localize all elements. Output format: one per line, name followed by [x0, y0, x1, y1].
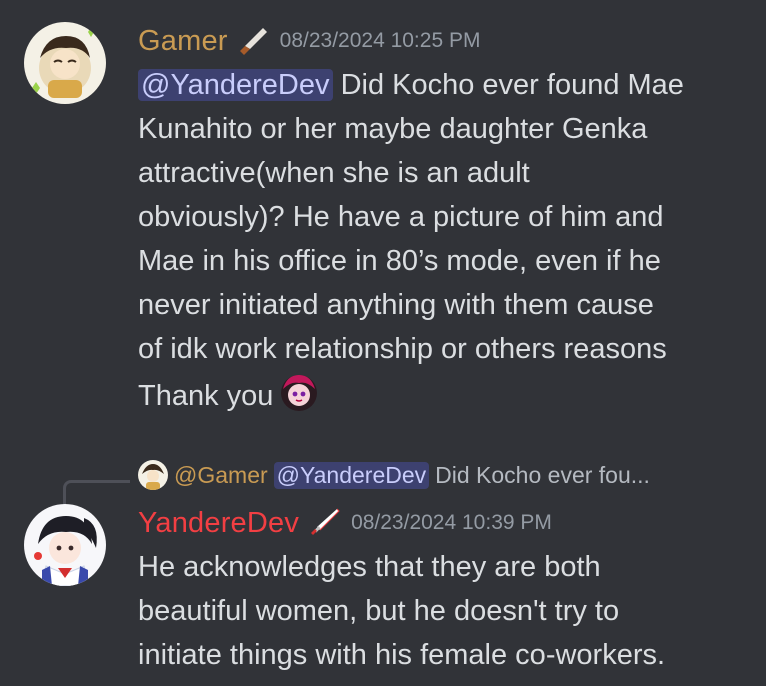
- message-line: initiate things with his female co-worke…: [138, 639, 666, 671]
- message-content: @YandereDev Did Kocho ever found Mae Kun…: [138, 63, 718, 418]
- message-line: obviously)? He have a picture of him and: [138, 201, 664, 233]
- knife-icon[interactable]: [236, 24, 270, 58]
- reply-author[interactable]: @Gamer: [174, 462, 268, 489]
- message-header: YandereDev 08/23/2024 10:39 PM: [138, 506, 552, 540]
- message-line: beautiful women, but he doesn't try to: [138, 595, 620, 627]
- reply-avatar: [138, 460, 168, 490]
- reply-mention[interactable]: @YandereDev: [273, 461, 430, 489]
- message-line: Kunahito or her maybe daughter Genka: [138, 113, 648, 145]
- message-timestamp[interactable]: 08/23/2024 10:25 PM: [280, 29, 481, 53]
- message-line: @YandereDev Did Kocho ever found Mae: [138, 63, 718, 107]
- gamer-avatar[interactable]: [24, 22, 106, 104]
- message-line: never initiated anything with them cause: [138, 289, 654, 321]
- reply-preview[interactable]: @Gamer @YandereDev Did Kocho ever fou...: [138, 460, 650, 490]
- message-header: Gamer 08/23/2024 10:25 PM: [138, 24, 480, 58]
- message-timestamp[interactable]: 08/23/2024 10:39 PM: [351, 511, 552, 535]
- author-name[interactable]: Gamer: [138, 25, 228, 58]
- chat-view: Gamer 08/23/2024 10:25 PM @YandereDev Di…: [0, 0, 766, 686]
- message-line: Thank you: [138, 371, 718, 418]
- reply-text: Did Kocho ever fou...: [435, 461, 650, 488]
- anime-girl-emoji[interactable]: [277, 371, 321, 415]
- katana-icon[interactable]: [307, 506, 341, 540]
- message-content: He acknowledges that they are both beaut…: [138, 545, 718, 677]
- yanderedev-avatar[interactable]: [24, 504, 106, 586]
- message-line: He acknowledges that they are both: [138, 551, 601, 583]
- message-text: Thank you: [138, 380, 274, 412]
- message-text: Did Kocho ever found Mae: [340, 69, 684, 101]
- message-line: attractive(when she is an adult: [138, 157, 530, 189]
- message-line: of idk work relationship or others reaso…: [138, 333, 667, 365]
- user-mention[interactable]: @YandereDev: [138, 69, 333, 101]
- message-line: Mae in his office in 80’s mode, even if …: [138, 245, 661, 277]
- author-name[interactable]: YandereDev: [138, 507, 299, 540]
